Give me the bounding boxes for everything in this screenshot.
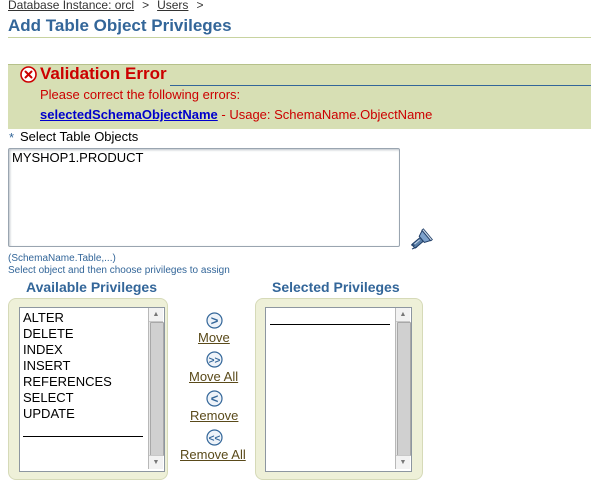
scroll-down-icon[interactable]: ▼ [396, 455, 410, 469]
move-icon[interactable]: > [206, 312, 223, 329]
error-title: Validation Error [40, 64, 167, 83]
remove-all-symbol: << [209, 433, 221, 444]
search-flashlight-icon[interactable] [408, 227, 434, 253]
list-option-alter[interactable]: ALTER [23, 310, 64, 325]
list-option-delete[interactable]: DELETE [23, 326, 74, 341]
breadcrumb: Database Instance: orcl > Users > [8, 0, 211, 12]
select-table-objects-label: Select Table Objects [20, 129, 139, 144]
remove-button[interactable]: Remove [190, 408, 238, 423]
move-all-button[interactable]: Move All [189, 369, 238, 384]
error-divider [170, 85, 591, 86]
list-option-select[interactable]: SELECT [23, 390, 74, 405]
available-privileges-header: Available Privileges [26, 279, 157, 295]
table-objects-value: MYSHOP1.PRODUCT [12, 150, 144, 165]
list-placeholder-line [270, 324, 390, 325]
breadcrumb-separator: > [196, 0, 204, 12]
scroll-thumb[interactable] [150, 322, 164, 456]
move-button[interactable]: Move [198, 330, 230, 345]
list-option-insert[interactable]: INSERT [23, 358, 70, 373]
scroll-down-icon[interactable]: ▼ [149, 455, 163, 469]
remove-all-icon[interactable]: << [206, 429, 223, 446]
selected-list-scrollbar[interactable]: ▲ ▼ [395, 308, 411, 469]
objects-instruction-hint: Select object and then choose privileges… [8, 265, 230, 276]
available-list-scrollbar[interactable]: ▲ ▼ [148, 308, 164, 469]
list-option-references[interactable]: REFERENCES [23, 374, 112, 389]
scroll-thumb[interactable] [397, 322, 411, 456]
error-icon [20, 66, 37, 83]
remove-all-button[interactable]: Remove All [180, 447, 246, 462]
remove-symbol: < [211, 391, 219, 406]
error-instruction: Please correct the following errors: [40, 87, 241, 102]
move-all-icon[interactable]: >> [206, 351, 223, 368]
page-title: Add Table Object Privileges [8, 16, 232, 35]
list-option-index[interactable]: INDEX [23, 342, 63, 357]
title-divider [8, 37, 591, 38]
objects-format-hint: (SchemaName.Table,...) [8, 253, 116, 264]
breadcrumb-link-instance[interactable]: Database Instance: orcl [8, 0, 134, 12]
breadcrumb-link-users[interactable]: Users [157, 0, 188, 12]
error-field-link[interactable]: selectedSchemaObjectName [40, 107, 218, 122]
list-option-update[interactable]: UPDATE [23, 406, 75, 421]
required-marker: * [9, 130, 15, 145]
list-placeholder-line [23, 436, 143, 437]
move-symbol: > [211, 313, 219, 328]
selected-privileges-header: Selected Privileges [272, 279, 400, 295]
selected-privileges-list[interactable] [265, 307, 412, 472]
breadcrumb-separator: > [142, 0, 150, 12]
error-detail: selectedSchemaObjectName - Usage: Schema… [40, 107, 432, 122]
remove-icon[interactable]: < [206, 390, 223, 407]
scroll-up-icon[interactable]: ▲ [396, 308, 410, 322]
error-detail-message: - Usage: SchemaName.ObjectName [221, 107, 433, 122]
move-all-symbol: >> [209, 355, 221, 366]
scroll-up-icon[interactable]: ▲ [149, 308, 163, 322]
